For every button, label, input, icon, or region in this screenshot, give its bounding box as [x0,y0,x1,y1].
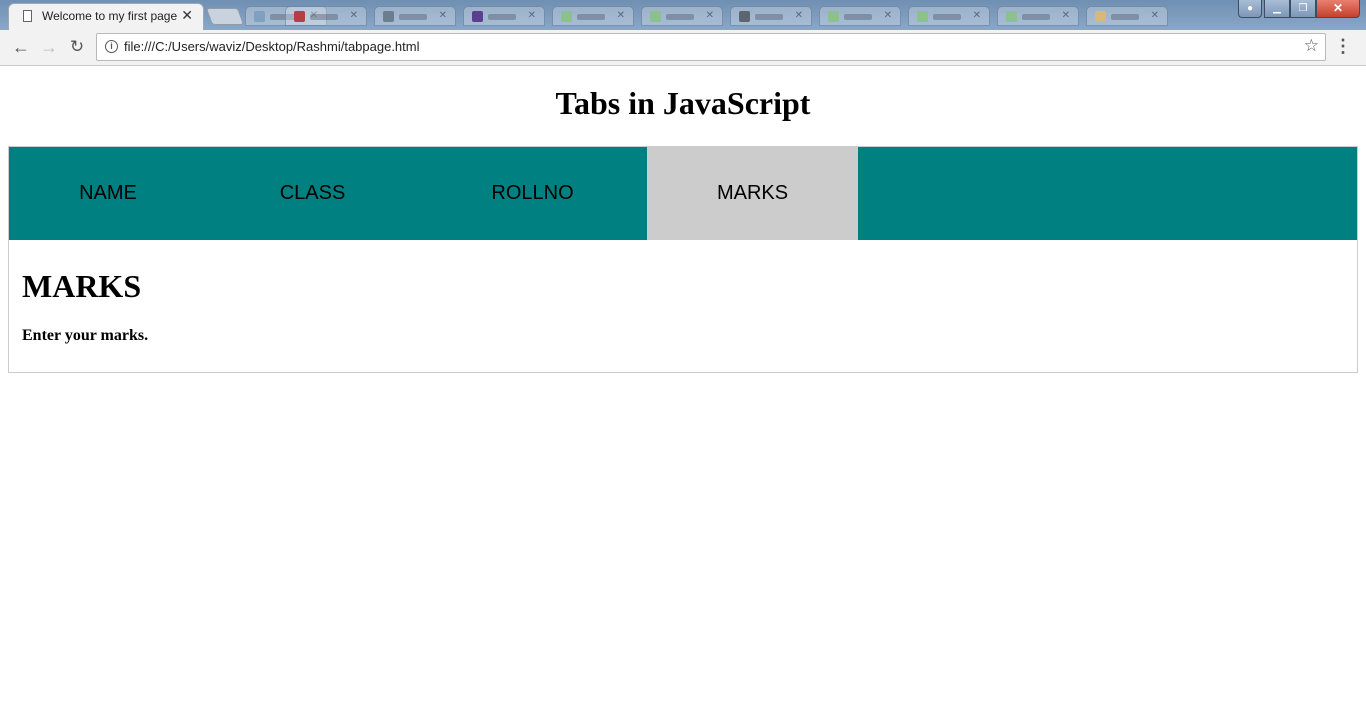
favicon-icon [254,11,265,22]
close-tab-icon[interactable]: ✕ [1062,10,1070,21]
window-controls: ● ▁ ❐ ✕ [1238,0,1360,20]
browser-tab-background[interactable]: ✕ [730,6,812,26]
browser-tab-background[interactable]: ✕ [463,6,545,26]
favicon-icon [561,11,572,22]
browser-tab-background[interactable]: ✕ [908,6,990,26]
close-tab-icon[interactable]: ✕ [973,10,981,21]
favicon-icon [917,11,928,22]
forward-arrow-icon[interactable]: → [38,37,60,59]
page-content: Tabs in JavaScript NAME CLASS ROLLNO MAR… [0,66,1366,728]
favicon-icon [1006,11,1017,22]
browser-tab-background[interactable]: ✕ [997,6,1079,26]
page-title: Tabs in JavaScript [555,85,811,121]
browser-tab-background[interactable]: ✕ [552,6,634,26]
document-icon [23,10,32,22]
browser-titlebar: Welcome to my first page ✕ ✕ ✕ ✕ ✕ ✕ ✕ ✕… [0,0,1366,30]
close-window-icon[interactable]: ✕ [1316,0,1360,18]
browser-tab-background[interactable]: ✕ [1086,6,1168,26]
tab-bar: NAME CLASS ROLLNO MARKS [9,147,1357,240]
address-url[interactable]: file:///C:/Users/waviz/Desktop/Rashmi/ta… [124,39,420,54]
tab-name[interactable]: NAME [9,147,207,240]
browser-tab-background[interactable]: ✕ [819,6,901,26]
close-tab-icon[interactable]: ✕ [617,10,625,21]
favicon-icon [383,11,394,22]
address-bar[interactable]: i file:///C:/Users/waviz/Desktop/Rashmi/… [96,33,1326,61]
tab-class[interactable]: CLASS [207,147,418,240]
restore-icon[interactable]: ❐ [1290,0,1316,18]
browser-tab-background[interactable]: ✕ [285,6,367,26]
panel-heading: MARKS [22,268,142,304]
tab-rollno[interactable]: ROLLNO [418,147,647,240]
minimize-icon[interactable]: ▁ [1264,0,1290,18]
browser-toolbar: ← → ↻ i file:///C:/Users/waviz/Desktop/R… [0,30,1366,66]
tabs-container: NAME CLASS ROLLNO MARKS MARKS Enter your… [8,146,1358,373]
bookmark-star-icon[interactable]: ☆ [1304,36,1319,56]
close-tab-icon[interactable]: ✕ [706,10,714,21]
close-tab-icon[interactable]: ✕ [1151,10,1159,21]
menu-kebab-icon[interactable]: ⋮ [1334,36,1352,57]
close-tab-icon[interactable]: ✕ [181,7,193,24]
close-tab-icon[interactable]: ✕ [884,10,892,21]
new-tab-button[interactable] [205,8,245,25]
close-tab-icon[interactable]: ✕ [350,10,358,21]
tab-panel-marks: MARKS Enter your marks. [9,240,1357,372]
favicon-icon [472,11,483,22]
favicon-icon [294,11,305,22]
favicon-icon [650,11,661,22]
panel-text: Enter your marks. [22,327,149,344]
tab-marks[interactable]: MARKS [647,147,858,240]
close-tab-icon[interactable]: ✕ [528,10,536,21]
favicon-icon [828,11,839,22]
close-tab-icon[interactable]: ✕ [795,10,803,21]
reload-icon[interactable]: ↻ [66,37,88,59]
favicon-icon [1095,11,1106,22]
user-profile-icon[interactable]: ● [1238,0,1262,18]
browser-tab-background[interactable]: ✕ [374,6,456,26]
favicon-icon [739,11,750,22]
browser-tab-background[interactable]: ✕ [641,6,723,26]
info-icon[interactable]: i [105,40,118,53]
browser-tab-title: Welcome to my first page [42,9,178,23]
close-tab-icon[interactable]: ✕ [439,10,447,21]
browser-tab-active[interactable]: Welcome to my first page ✕ [8,3,204,30]
back-arrow-icon[interactable]: ← [10,37,32,59]
